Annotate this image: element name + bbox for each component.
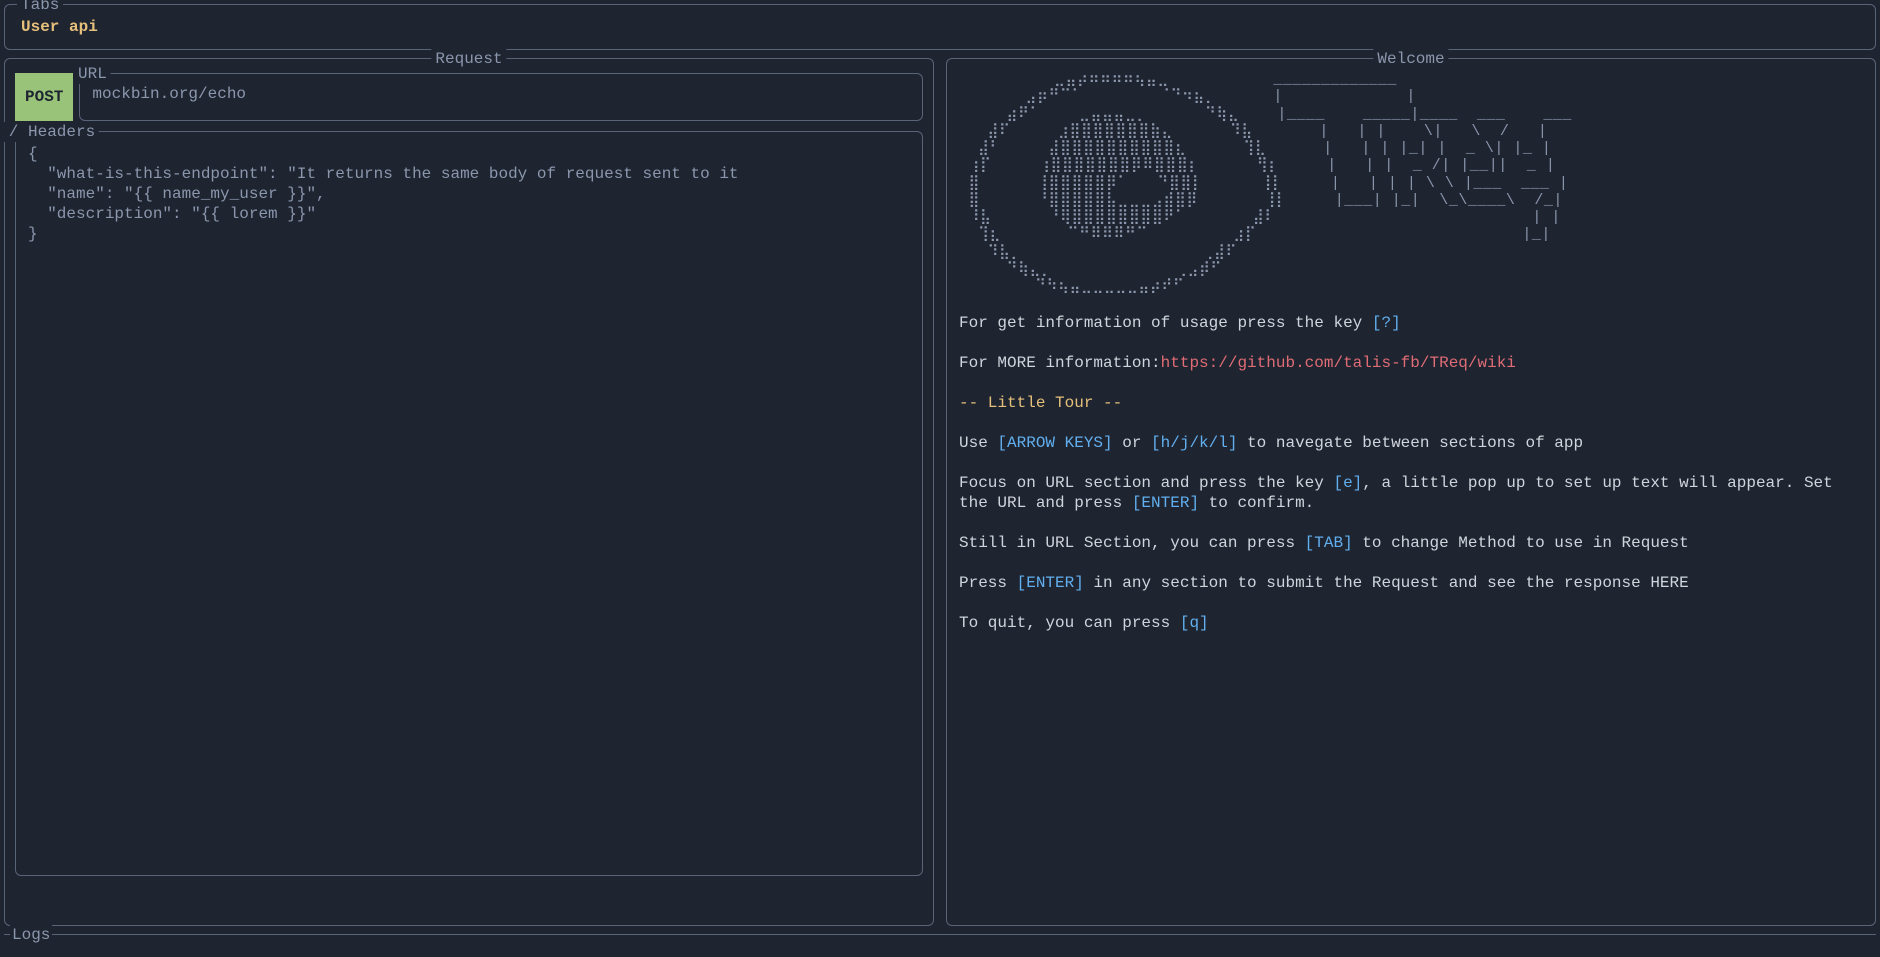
body-headers-title: BODY / Headers — [0, 122, 99, 142]
enter-line: Press [ENTER] in any section to submit t… — [959, 573, 1863, 593]
url-value[interactable]: mockbin.org/echo — [92, 84, 910, 104]
arrow-keys: [ARROW KEYS] — [997, 434, 1112, 452]
welcome-title: Welcome — [1373, 49, 1448, 69]
help-key: [?] — [1372, 314, 1401, 332]
tab-active[interactable]: User api — [15, 13, 1865, 41]
hjkl-keys: [h/j/k/l] — [1151, 434, 1237, 452]
wiki-link[interactable]: https://github.com/talis-fb/TReq/wiki — [1161, 354, 1516, 372]
more-info-line: For MORE information:https://github.com/… — [959, 353, 1863, 373]
focus-line: Focus on URL section and press the key [… — [959, 473, 1863, 513]
logs-panel: Logs — [4, 934, 1876, 935]
tab-separator: / — [0, 123, 28, 141]
tabs-panel: Tabs User api — [4, 4, 1876, 50]
tabs-title: Tabs — [17, 0, 63, 15]
body-panel[interactable]: BODY / Headers { "what-is-this-endpoint"… — [15, 131, 923, 876]
q-key: [q] — [1180, 614, 1209, 632]
tab-key: [TAB] — [1305, 534, 1353, 552]
body-content[interactable]: { "what-is-this-endpoint": "It returns t… — [28, 144, 910, 244]
enter-key-1: [ENTER] — [1132, 494, 1199, 512]
method-url-row: POST URL mockbin.org/echo — [15, 73, 923, 121]
logs-label: Logs — [10, 925, 52, 945]
welcome-panel: Welcome ⣀⣤⡴⠶⠶⠶⠶⢦⣤⣀ _____________ ⣠⡶⠛⠉⠁ ⠈… — [946, 58, 1876, 926]
welcome-content: ⣀⣤⡴⠶⠶⠶⠶⢦⣤⣀ _____________ ⣠⡶⠛⠉⠁ ⠈⠙⠲⣦⡀ | |… — [957, 67, 1865, 657]
headers-tab-label[interactable]: Headers — [28, 123, 95, 141]
quit-line: To quit, you can press [q] — [959, 613, 1863, 633]
info-line: For get information of usage press the k… — [959, 313, 1863, 333]
request-panel: Request POST URL mockbin.org/echo BODY /… — [4, 58, 934, 926]
enter-key-2: [ENTER] — [1017, 574, 1084, 592]
url-input-panel[interactable]: URL mockbin.org/echo — [79, 73, 923, 121]
e-key: [e] — [1333, 474, 1362, 492]
nav-line: Use [ARROW KEYS] or [h/j/k/l] to navegat… — [959, 433, 1863, 453]
request-title: Request — [431, 49, 506, 69]
tab-line: Still in URL Section, you can press [TAB… — [959, 533, 1863, 553]
http-method-badge[interactable]: POST — [15, 73, 73, 121]
ascii-logo: ⣀⣤⡴⠶⠶⠶⠶⢦⣤⣀ _____________ ⣠⡶⠛⠉⠁ ⠈⠙⠲⣦⡀ | |… — [959, 71, 1863, 295]
main-row: Request POST URL mockbin.org/echo BODY /… — [4, 58, 1876, 926]
url-label: URL — [74, 64, 111, 84]
tour-header: -- Little Tour -- — [959, 393, 1863, 413]
